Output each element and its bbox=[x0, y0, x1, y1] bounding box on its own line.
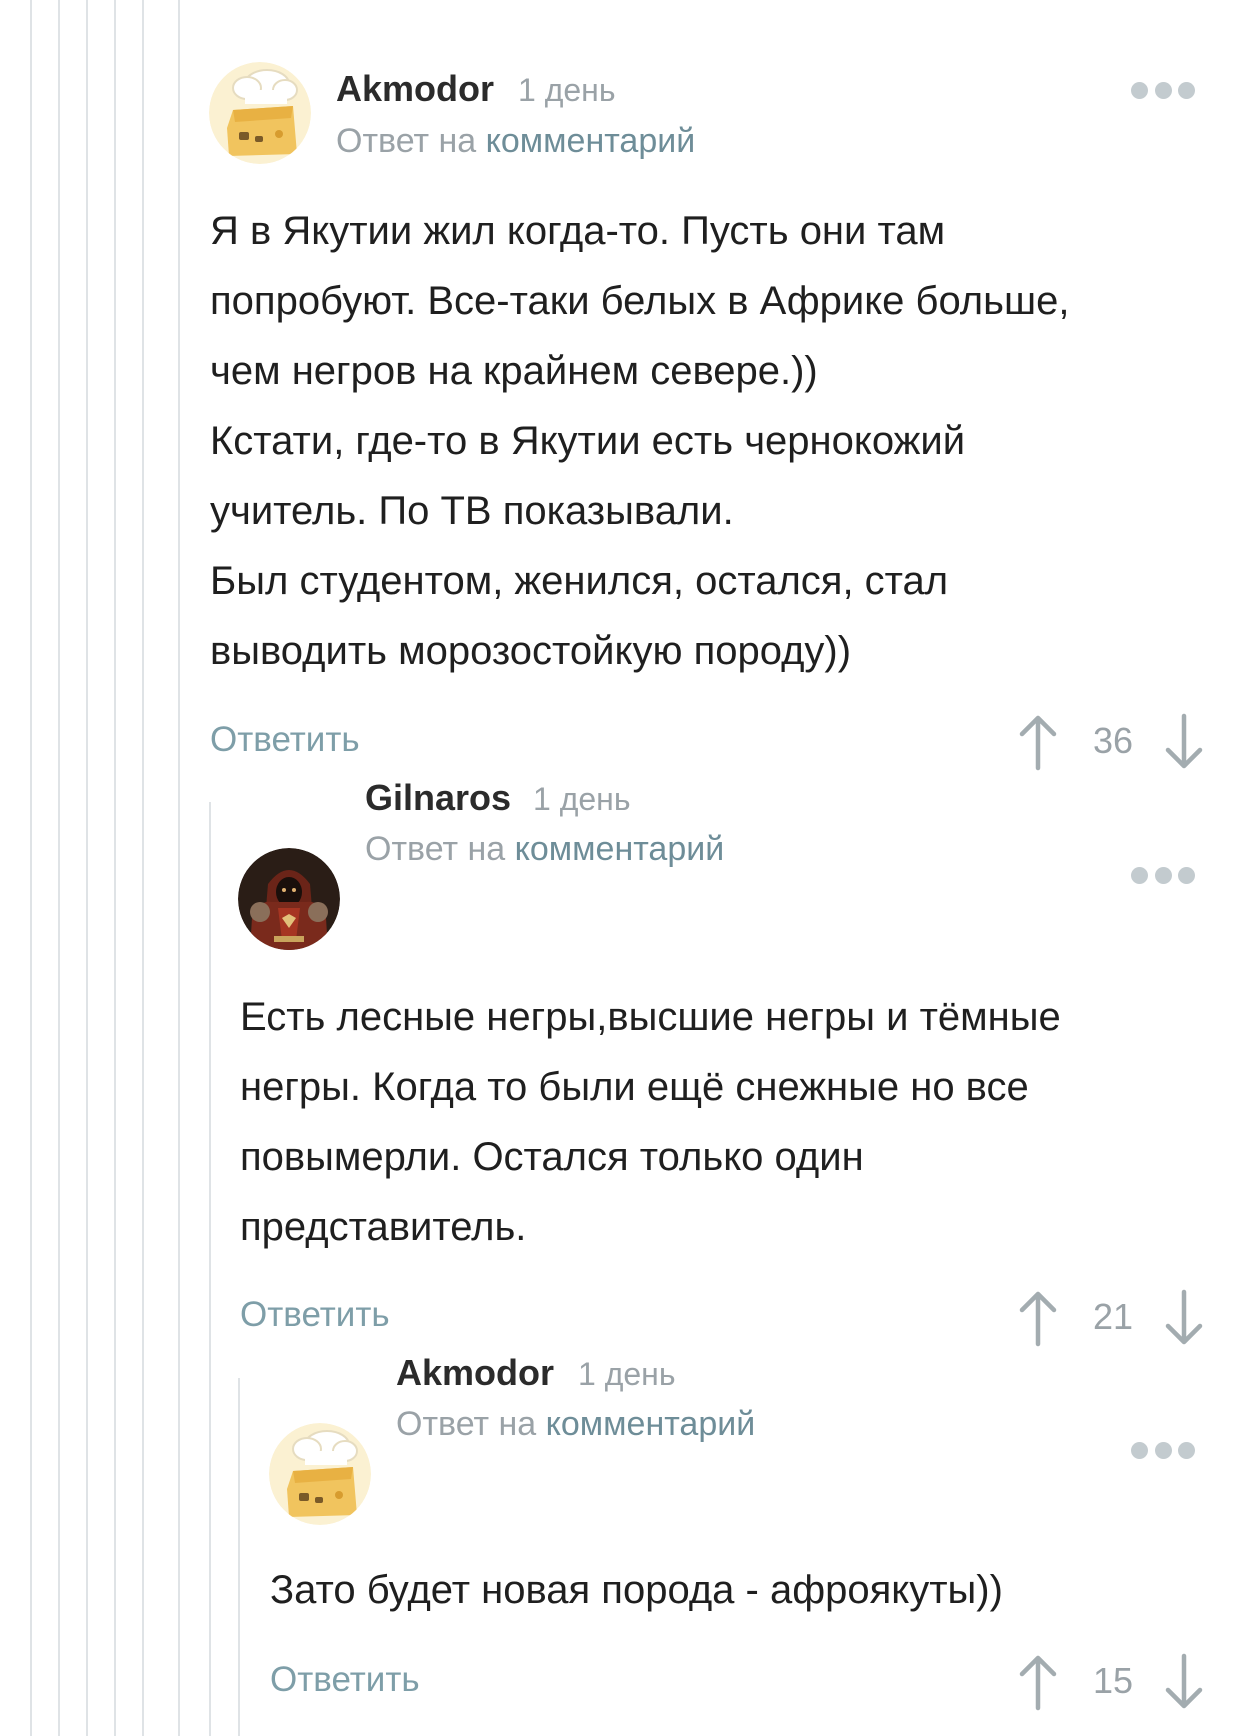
avatar[interactable] bbox=[269, 1423, 371, 1525]
reply-to-prefix: Ответ на bbox=[396, 1405, 537, 1443]
author-name[interactable]: Akmodor bbox=[396, 1352, 554, 1394]
vote-widget: 15 bbox=[1016, 1652, 1206, 1712]
more-options-icon[interactable] bbox=[1131, 1441, 1195, 1459]
chef-hat-cheese-avatar-icon bbox=[269, 1423, 371, 1525]
upvote-arrow-icon[interactable] bbox=[1016, 1652, 1060, 1712]
reply-button[interactable]: Ответить bbox=[270, 1660, 420, 1700]
comment: Akmodor 1 день Ответ на комментарий Зато… bbox=[0, 0, 1242, 1736]
downvote-arrow-icon[interactable] bbox=[1162, 1652, 1206, 1712]
reply-to-link[interactable]: комментарий bbox=[546, 1405, 756, 1443]
comment-line: Зато будет новая порода - афроякуты)) bbox=[270, 1568, 1003, 1612]
comment-time: 1 день bbox=[578, 1356, 676, 1392]
rating-score: 15 bbox=[1092, 1660, 1134, 1701]
reply-to: Ответ на комментарий bbox=[396, 1405, 755, 1444]
comment-body: Зато будет новая порода - афроякуты)) bbox=[270, 1555, 1003, 1625]
